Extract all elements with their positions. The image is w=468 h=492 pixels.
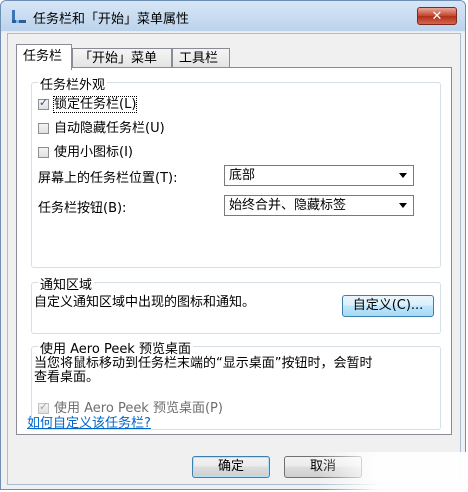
small-icons-check-icon[interactable] (38, 147, 49, 158)
customize-taskbar-help-link[interactable]: 如何自定义该任务栏? (27, 412, 151, 431)
customize-button[interactable]: 自定义(C)... (342, 295, 434, 317)
aero-peek-group-label: 使用 Aero Peek 预览桌面 (38, 338, 193, 357)
auto-hide-label: 自动隐藏任务栏(U) (54, 121, 165, 136)
small-icons-label: 使用小图标(I) (54, 145, 133, 160)
aero-peek-description-line2: 查看桌面。 (34, 370, 100, 385)
taskbar-location-value: 底部 (229, 168, 256, 183)
aero-peek-description-line1: 当您将鼠标移动到任务栏末端的“显示桌面”按钮时，会暂时 (34, 356, 373, 371)
appearance-group-label: 任务栏外观 (38, 74, 108, 93)
aero-peek-description: 当您将鼠标移动到任务栏末端的“显示桌面”按钮时，会暂时 查看桌面。 (34, 357, 372, 385)
taskbar-location-label: 屏幕上的任务栏位置(T): (38, 171, 178, 186)
lock-taskbar-label: 锁定任务栏(L) (52, 96, 138, 113)
notification-area-group: 通知区域 自定义通知区域中出现的图标和通知。 自定义(C)... (31, 274, 441, 334)
taskbar-buttons-dropdown[interactable]: 始终合并、隐藏标签 (224, 195, 414, 216)
lock-taskbar-checkbox[interactable]: 锁定任务栏(L) (38, 93, 138, 113)
auto-hide-checkbox[interactable]: 自动隐藏任务栏(U) (38, 117, 165, 136)
notification-description: 自定义通知区域中出现的图标和通知。 (34, 295, 256, 310)
window-title: 任务栏和「开始」菜单属性 (33, 12, 190, 27)
close-button[interactable]: ✕ (417, 7, 457, 25)
taskbar-buttons-value: 始终合并、隐藏标签 (229, 198, 347, 213)
taskbar-location-dropdown[interactable]: 底部 (224, 165, 414, 186)
title-bar[interactable]: 任务栏和「开始」菜单属性 ✕ (1, 1, 465, 31)
chevron-down-icon (399, 203, 407, 208)
tab-taskbar[interactable]: 任务栏 (16, 44, 72, 70)
taskbar-appearance-group: 任务栏外观 锁定任务栏(L) 自动隐藏任务栏(U) 使用小图标(I) 屏幕上的任… (31, 74, 441, 268)
small-icons-checkbox[interactable]: 使用小图标(I) (38, 141, 133, 160)
watermark-overlay (318, 452, 468, 492)
taskbar-properties-window: 任务栏和「开始」菜单属性 ✕ 任务栏 「开始」菜单 工具栏 任务栏外观 锁定任务… (0, 0, 466, 490)
taskbar-tab-panel: 任务栏外观 锁定任务栏(L) 自动隐藏任务栏(U) 使用小图标(I) 屏幕上的任… (16, 67, 452, 435)
tab-start-menu[interactable]: 「开始」菜单 (72, 48, 172, 68)
tab-toolbars[interactable]: 工具栏 (172, 48, 230, 68)
taskbar-app-icon (12, 10, 26, 23)
auto-hide-check-icon[interactable] (38, 123, 49, 134)
ok-button[interactable]: 确定 (192, 456, 270, 478)
taskbar-buttons-label: 任务栏按钮(B): (38, 201, 127, 216)
dialog-client-area: 任务栏 「开始」菜单 工具栏 任务栏外观 锁定任务栏(L) 自动隐藏任务栏(U)… (7, 33, 461, 485)
chevron-down-icon (399, 173, 407, 178)
lock-taskbar-check-icon[interactable] (38, 96, 49, 110)
